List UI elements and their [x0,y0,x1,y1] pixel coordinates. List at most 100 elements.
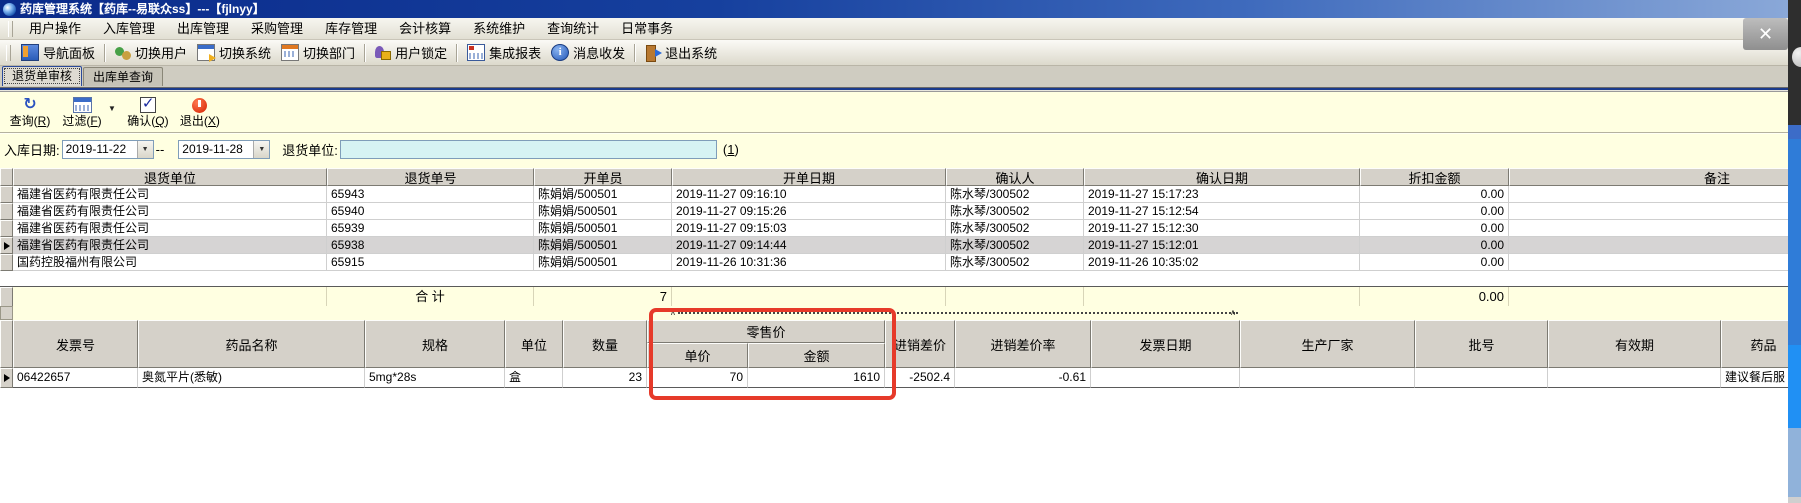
column-header-生产厂家[interactable]: 生产厂家 [1240,320,1415,368]
horizontal-scrollbar[interactable]: ∧ ∧ [0,306,1788,320]
cell[interactable]: -0.61 [955,368,1091,388]
cell[interactable]: 65940 [327,203,534,220]
date-from-combo[interactable]: 2019-11-22 ▼ [61,139,154,159]
row-marker-cell[interactable] [0,220,13,237]
column-header-药品[interactable]: 药品 [1721,320,1788,368]
column-header-开单日期[interactable]: 开单日期 [672,168,946,186]
column-header-零售价[interactable]: 零售价 [647,320,885,343]
cell[interactable]: 陈娟娟/500501 [534,237,672,254]
cell[interactable]: 陈水琴/300502 [946,254,1084,271]
cell[interactable]: 2019-11-27 09:15:26 [672,203,946,220]
chevron-down-icon[interactable]: ▼ [108,104,116,113]
cell[interactable]: 65915 [327,254,534,271]
column-header-退货单号[interactable]: 退货单号 [327,168,534,186]
row-marker-cell[interactable] [0,237,13,254]
cell[interactable]: 2019-11-27 15:12:30 [1084,220,1360,237]
menu-item-采购管理[interactable]: 采购管理 [240,19,314,39]
cell[interactable] [1509,186,1788,203]
toolbar-button-导航面板[interactable]: 导航面板 [16,42,100,64]
action-button-退出[interactable]: 退出(X) [174,94,226,128]
cell[interactable]: 陈娟娟/500501 [534,186,672,203]
table-row[interactable]: 福建省医药有限责任公司 65940 陈娟娟/500501 2019-11-27 09:… [0,203,1788,220]
menu-item-出库管理[interactable]: 出库管理 [166,19,240,39]
column-header-发票日期[interactable]: 发票日期 [1091,320,1240,368]
scroll-arrow-icon[interactable]: ∧ [1230,307,1236,319]
cell[interactable]: 建议餐后服 [1721,368,1788,388]
column-header-进销差价率[interactable]: 进销差价率 [955,320,1091,368]
column-header-金额[interactable]: 金额 [748,343,885,368]
column-header-单价[interactable]: 单价 [647,343,748,368]
cell[interactable]: 陈水琴/300502 [946,237,1084,254]
cell[interactable]: 2019-11-27 09:16:10 [672,186,946,203]
cell[interactable]: 0.00 [1360,220,1509,237]
cell[interactable]: 陈水琴/300502 [946,186,1084,203]
column-header-确认日期[interactable]: 确认日期 [1084,168,1360,186]
chevron-down-icon[interactable]: ▼ [136,140,153,158]
cell[interactable]: 陈娟娟/500501 [534,220,672,237]
column-header-规格[interactable]: 规格 [365,320,505,368]
menu-item-用户操作[interactable]: 用户操作 [18,19,92,39]
column-header-退货单位[interactable]: 退货单位 [13,168,327,186]
background-scrollbar-blue[interactable] [1788,345,1801,428]
cell[interactable] [1091,368,1240,388]
return-unit-input[interactable] [339,139,717,159]
cell[interactable]: 福建省医药有限责任公司 [13,237,327,254]
toolbar-button-切换部门[interactable]: 切换部门 [276,42,360,64]
menu-item-入库管理[interactable]: 入库管理 [92,19,166,39]
cell[interactable]: 5mg*28s [365,368,505,388]
tab-出库单查询[interactable]: 出库单查询 [83,67,164,86]
chevron-down-icon[interactable]: ▼ [253,140,270,158]
date-to-combo[interactable]: 2019-11-28 ▼ [178,139,271,159]
row-marker-cell[interactable] [0,186,13,203]
column-header-发票号[interactable]: 发票号 [13,320,138,368]
column-header-有效期[interactable]: 有效期 [1548,320,1721,368]
tab-退货单审核[interactable]: 退货单审核 [2,66,83,86]
cell[interactable]: 0.00 [1360,203,1509,220]
row-marker-cell[interactable] [0,254,13,271]
cell[interactable]: 06422657 [13,368,138,388]
cell[interactable]: 2019-11-27 15:12:54 [1084,203,1360,220]
cell[interactable] [1548,368,1721,388]
cell[interactable] [1509,220,1788,237]
cell[interactable] [1509,203,1788,220]
toolbar-button-切换系统[interactable]: 切换系统 [192,42,276,64]
cell[interactable]: 奥氮平片(悉敏) [138,368,365,388]
cell[interactable]: 2019-11-27 09:14:44 [672,237,946,254]
toolbar-button-用户锁定[interactable]: 用户锁定 [370,42,452,64]
close-button[interactable]: ✕ [1743,18,1788,50]
column-header-开单员[interactable]: 开单员 [534,168,672,186]
cell[interactable]: 2019-11-27 15:12:01 [1084,237,1360,254]
scroll-arrow-icon[interactable]: ∧ [670,307,676,319]
cell[interactable]: 国药控股福州有限公司 [13,254,327,271]
cell[interactable]: 陈娟娟/500501 [534,254,672,271]
cell[interactable]: 2019-11-26 10:35:02 [1084,254,1360,271]
row-marker-cell[interactable] [0,368,13,388]
cell[interactable]: 2019-11-27 15:17:23 [1084,186,1360,203]
toolbar-button-退出系统[interactable]: 退出系统 [640,42,722,64]
toolbar-button-切换用户[interactable]: 切换用户 [110,42,192,64]
cell[interactable]: 陈水琴/300502 [946,220,1084,237]
cell[interactable] [1415,368,1548,388]
column-header-确认人[interactable]: 确认人 [946,168,1084,186]
table-row[interactable]: 国药控股福州有限公司 65915 陈娟娟/500501 2019-11-26 10:3… [0,254,1788,271]
cell[interactable]: 70 [647,368,748,388]
menu-item-会计核算[interactable]: 会计核算 [388,19,462,39]
cell[interactable]: 65939 [327,220,534,237]
cell[interactable] [1509,237,1788,254]
cell[interactable]: 2019-11-27 09:15:03 [672,220,946,237]
cell[interactable]: -2502.4 [885,368,955,388]
action-button-确认[interactable]: 确认(Q) [122,94,174,128]
table-row[interactable]: 福建省医药有限责任公司 65938 陈娟娟/500501 2019-11-27 09:… [0,237,1788,254]
detail-row[interactable]: 06422657 奥氮平片(悉敏) 5mg*28s 盒 23 70 1610 -2502.4-… [0,368,1788,388]
cell[interactable]: 2019-11-26 10:31:36 [672,254,946,271]
cell[interactable]: 1610 [748,368,885,388]
column-header-进销差价[interactable]: 进销差价 [885,320,955,368]
scrollbar-track[interactable] [678,312,1238,314]
cell[interactable]: 福建省医药有限责任公司 [13,186,327,203]
cell[interactable]: 陈娟娟/500501 [534,203,672,220]
cell[interactable] [1240,368,1415,388]
cell[interactable]: 65938 [327,237,534,254]
toolbar-button-集成报表[interactable]: 集成报表 [462,42,546,64]
column-header-备注[interactable]: 备注 [1509,168,1788,186]
menu-item-日常事务[interactable]: 日常事务 [610,19,684,39]
